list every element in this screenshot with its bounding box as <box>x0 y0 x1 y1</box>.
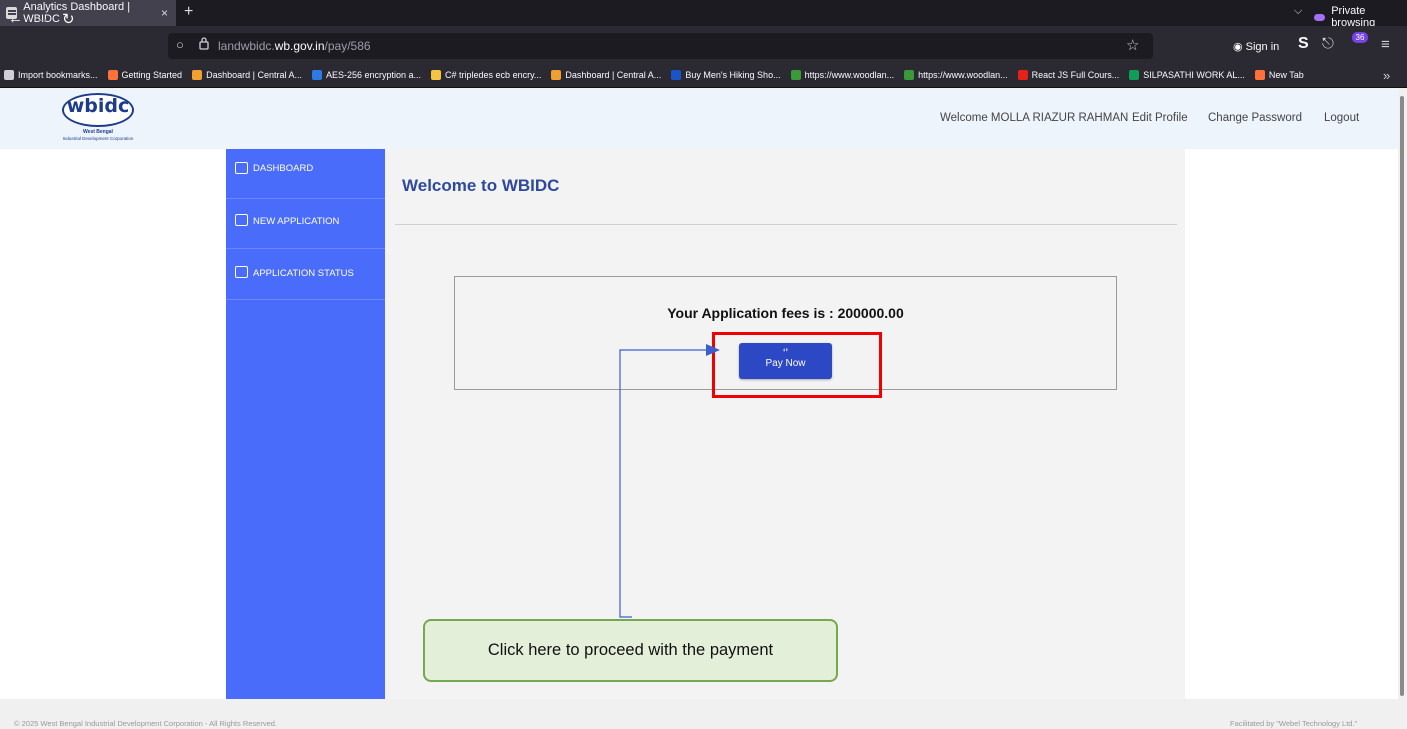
bookmark-favicon-icon <box>904 70 915 80</box>
change-password-link[interactable]: Change Password <box>1208 112 1302 124</box>
browser-tab[interactable]: Analytics Dashboard | WBIDC × <box>0 0 176 26</box>
url-path: /pay/586 <box>324 39 371 53</box>
bookmarks-overflow-icon[interactable]: » <box>1383 68 1390 83</box>
title-divider <box>395 224 1177 225</box>
tab-list-chevron-icon[interactable]: ⌵ <box>1294 5 1302 18</box>
site-header <box>0 89 1398 149</box>
back-arrow-icon[interactable]: ← <box>8 10 23 27</box>
bookmark-item[interactable]: C# tripledes ecb encry... <box>431 70 541 80</box>
tab-close-icon[interactable]: × <box>161 6 168 20</box>
bookmark-label: Dashboard | Central A... <box>565 70 662 80</box>
bookmark-favicon-icon <box>107 70 118 80</box>
bookmark-label: Buy Men's Hiking Sho... <box>685 70 781 80</box>
private-mask-icon <box>1314 13 1326 21</box>
share-icon[interactable]: ⎋ <box>1322 35 1334 52</box>
extension-s-icon[interactable]: S <box>1298 35 1309 53</box>
bookmark-label: New Tab <box>1268 70 1304 80</box>
facilitated-by-text: Facilitated by "Webel Technology Ltd." <box>1230 719 1358 728</box>
logout-link[interactable]: Logout <box>1324 112 1359 124</box>
sidebar-item-label: APPLICATION STATUS <box>253 268 354 279</box>
bookmark-item[interactable]: SILPASATHI WORK AL... <box>1129 70 1245 80</box>
bookmark-label: SILPASATHI WORK AL... <box>1143 70 1245 80</box>
reload-icon[interactable]: ↻ <box>62 10 75 28</box>
url-domain-prefix: landwbidc. <box>218 39 275 53</box>
bookmark-favicon-icon <box>671 70 682 80</box>
bookmark-item[interactable]: Getting Started <box>107 70 183 80</box>
bookmark-label: C# tripledes ecb encry... <box>445 70 542 80</box>
edit-document-icon <box>235 266 248 278</box>
dashboard-icon <box>235 162 248 174</box>
sidebar-item-dashboard[interactable]: DASHBOARD <box>226 149 385 199</box>
bookmark-favicon-icon <box>551 70 562 80</box>
sidebar-item-new-application[interactable]: NEW APPLICATION <box>226 199 385 249</box>
main-content <box>385 149 1185 699</box>
right-gutter <box>1185 149 1398 699</box>
application-fee-text: Your Application fees is : 200000.00 <box>667 305 904 321</box>
bookmark-label: Import bookmarks... <box>18 70 98 80</box>
bookmark-favicon-icon <box>431 70 442 80</box>
page-title: Welcome to WBIDC <box>402 176 560 195</box>
bookmark-label: Getting Started <box>121 70 183 80</box>
sidebar-item-label: NEW APPLICATION <box>253 216 340 227</box>
edit-document-icon <box>235 214 248 226</box>
left-gutter <box>0 149 226 699</box>
bookmark-favicon-icon <box>192 70 203 80</box>
bookmark-item[interactable]: https://www.woodlan... <box>904 70 1008 80</box>
extension-badge[interactable]: 36 <box>1352 32 1368 43</box>
bookmark-star-icon[interactable]: ☆ <box>1126 36 1139 54</box>
forward-arrow-icon[interactable]: → <box>35 10 50 27</box>
bookmark-favicon-icon <box>4 70 14 80</box>
logo-subtitle-2: Industrial Development Corporation <box>62 136 134 141</box>
url-domain-main: wb.gov.in <box>274 39 325 53</box>
bookmark-favicon-icon <box>1129 70 1140 80</box>
bookmark-item[interactable]: https://www.woodlan... <box>790 70 895 80</box>
bookmark-item[interactable]: Import bookmarks... <box>4 70 98 80</box>
highlight-box <box>712 332 882 398</box>
scrollbar-thumb[interactable] <box>1400 96 1404 696</box>
browser-tab-bar <box>0 0 1407 26</box>
bookmark-item[interactable]: React JS Full Cours... <box>1017 70 1120 80</box>
wbidc-logo[interactable]: wbidc West Bengal Industrial Development… <box>62 93 134 145</box>
bookmark-favicon-icon <box>1017 70 1028 80</box>
edit-profile-link[interactable]: Edit Profile <box>1132 112 1188 124</box>
lock-icon[interactable] <box>199 37 209 53</box>
bookmark-item[interactable]: Buy Men's Hiking Sho... <box>671 70 781 80</box>
welcome-user-text: Welcome MOLLA RIAZUR RAHMAN <box>940 112 1129 124</box>
sign-in-label: Sign in <box>1245 41 1280 53</box>
bookmark-favicon-icon <box>1254 70 1265 80</box>
bookmark-favicon-icon <box>790 70 801 80</box>
bookmark-label: https://www.woodlan... <box>918 70 1008 80</box>
bookmark-label: https://www.woodlan... <box>804 70 895 80</box>
bookmark-label: AES-256 encryption a... <box>325 70 422 80</box>
bookmark-item[interactable]: AES-256 encryption a... <box>311 70 422 80</box>
sidebar-item-label: DASHBOARD <box>253 163 314 174</box>
sidebar-item-application-status[interactable]: APPLICATION STATUS <box>226 250 385 300</box>
copyright-text: © 2025 West Bengal Industrial Developmen… <box>14 719 278 728</box>
bookmark-favicon-icon <box>311 70 322 80</box>
new-tab-button[interactable]: + <box>184 3 193 21</box>
bookmarks-list: Import bookmarks... Getting Started Dashbo… <box>4 70 1304 80</box>
bookmark-label: Dashboard | Central A... <box>206 70 302 80</box>
url-text[interactable]: landwbidc.wb.gov.in/pay/586 <box>218 39 371 53</box>
tracking-shield-icon[interactable]: ○ <box>176 37 184 52</box>
logo-wordmark: wbidc <box>66 95 130 117</box>
logo-subtitle-1: West Bengal <box>83 129 113 135</box>
sign-in-button[interactable]: ◉ Sign in <box>1233 40 1279 53</box>
hamburger-menu-icon[interactable]: ≡ <box>1381 36 1390 53</box>
bookmark-item[interactable]: Dashboard | Central A... <box>551 70 661 80</box>
instruction-callout: Click here to proceed with the payment <box>423 619 838 682</box>
bookmark-item[interactable]: Dashboard | Central A... <box>192 70 302 80</box>
bookmark-item[interactable]: New Tab <box>1254 70 1304 80</box>
bookmark-label: React JS Full Cours... <box>1031 70 1120 80</box>
